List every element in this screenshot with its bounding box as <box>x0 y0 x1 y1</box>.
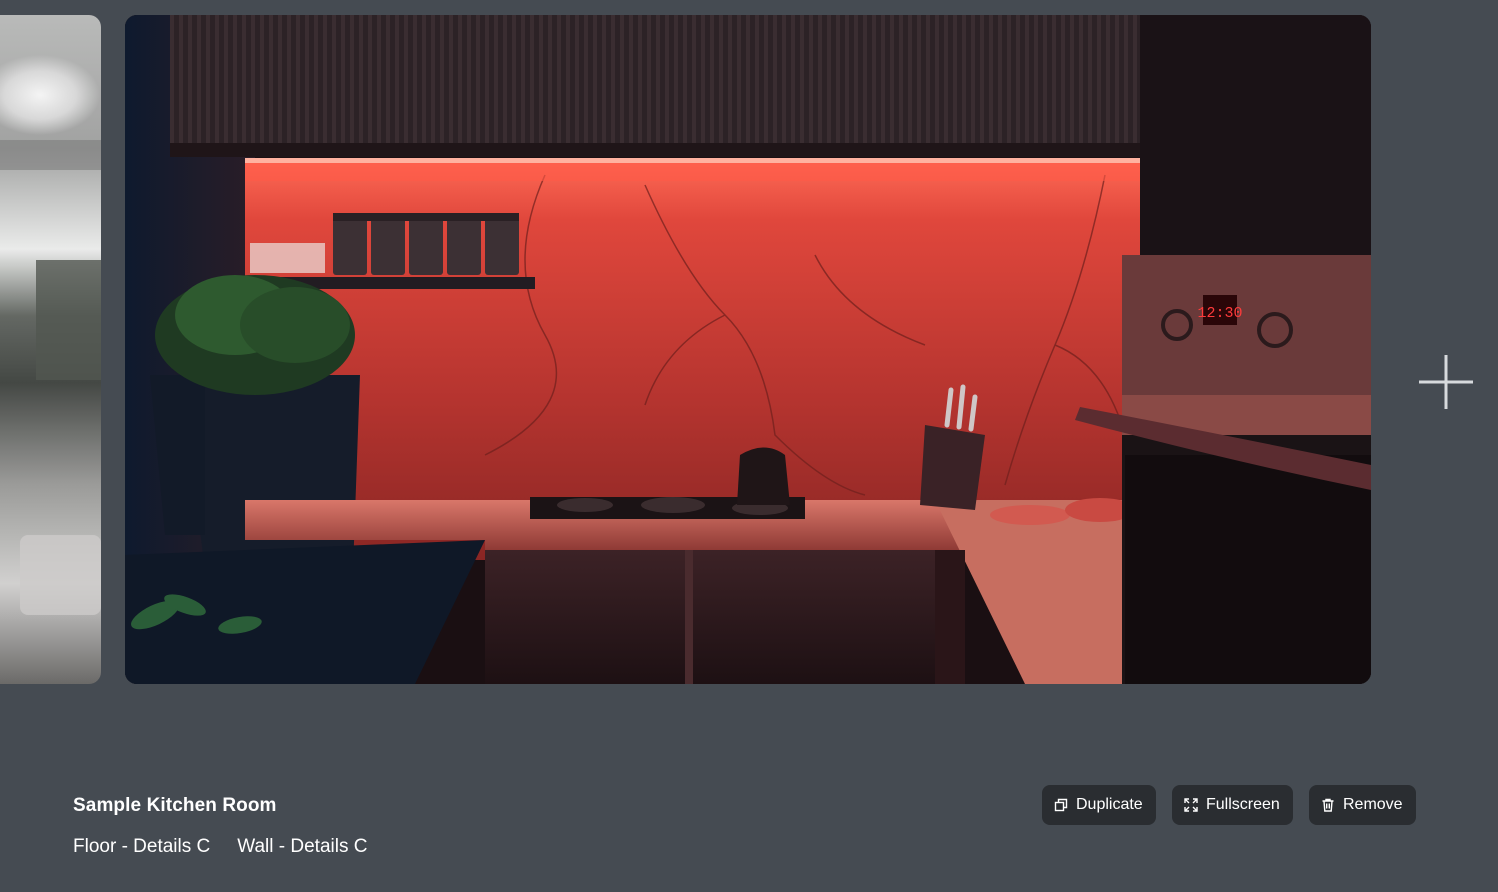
kitchen-illustration: 12:30 <box>125 15 1371 684</box>
kitchen-room-image[interactable]: 12:30 <box>125 15 1371 684</box>
action-bar: Duplicate Fullscreen Remove <box>1042 785 1416 825</box>
duplicate-button[interactable]: Duplicate <box>1042 785 1156 825</box>
prev-slide-sofa <box>20 535 101 615</box>
add-slide-button[interactable] <box>1416 352 1476 412</box>
duplicate-icon <box>1054 798 1068 812</box>
fullscreen-button[interactable]: Fullscreen <box>1172 785 1293 825</box>
room-title: Sample Kitchen Room <box>73 795 277 816</box>
room-details: Floor - Details C Wall - Details C <box>73 836 367 858</box>
prev-slide-window <box>36 260 101 380</box>
trash-icon <box>1321 798 1335 812</box>
prev-slide-beam <box>0 140 101 170</box>
oven-display-text: 12:30 <box>1197 305 1242 322</box>
fullscreen-icon <box>1184 798 1198 812</box>
wall-detail: Wall - Details C <box>237 836 368 857</box>
plus-icon <box>1419 355 1473 409</box>
duplicate-label: Duplicate <box>1076 796 1143 813</box>
remove-button[interactable]: Remove <box>1309 785 1416 825</box>
remove-label: Remove <box>1343 796 1403 813</box>
previous-slide-thumbnail[interactable] <box>0 15 101 684</box>
floor-detail: Floor - Details C <box>73 836 211 857</box>
fullscreen-label: Fullscreen <box>1206 796 1280 813</box>
